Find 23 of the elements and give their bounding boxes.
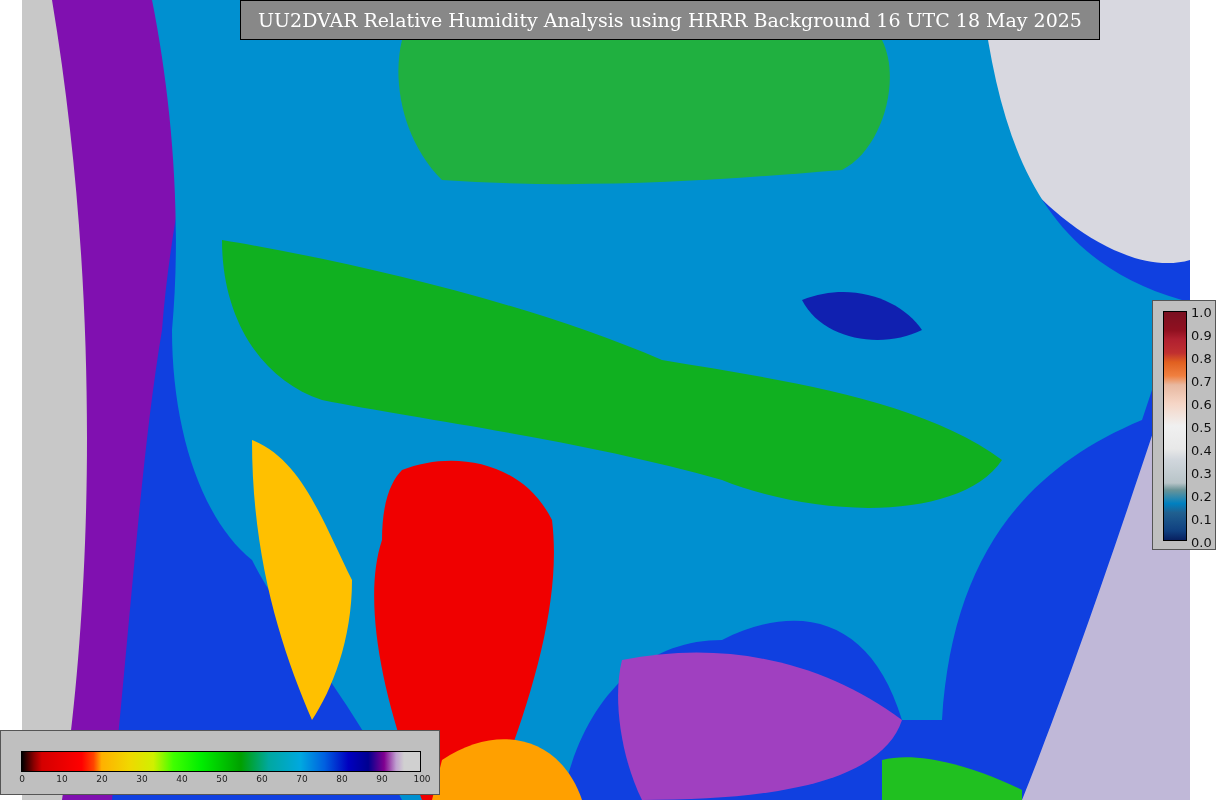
tick-label: 0.3 (1191, 466, 1212, 480)
tick-label: 100 (413, 775, 431, 784)
tick-label: 10 (56, 775, 68, 784)
tick-label: 0.6 (1191, 397, 1212, 411)
tick-label: 60 (256, 775, 268, 784)
tick-label: 0.2 (1191, 489, 1212, 503)
tick-label: 80 (336, 775, 348, 784)
tick-label: 0.7 (1191, 374, 1212, 388)
tick-label: 20 (96, 775, 108, 784)
tick-label: 30 (136, 775, 148, 784)
tick-label: 90 (376, 775, 388, 784)
tick-label: 0.0 (1191, 535, 1212, 549)
tick-label: 70 (296, 775, 308, 784)
tick-label: 0.1 (1191, 512, 1212, 526)
tick-label: 0.8 (1191, 351, 1212, 365)
tick-label: 0.5 (1191, 420, 1212, 434)
tick-label: 1.0 (1191, 305, 1212, 319)
tick-label: 0.4 (1191, 443, 1212, 457)
tick-label: 50 (216, 775, 228, 784)
tick-label: 0 (19, 775, 25, 784)
tick-label: 40 (176, 775, 188, 784)
tick-label: 0.9 (1191, 328, 1212, 342)
chart-title: UU2DVAR Relative Humidity Analysis using HRRR Background 16 UTC 18 May 2025 (240, 0, 1100, 40)
